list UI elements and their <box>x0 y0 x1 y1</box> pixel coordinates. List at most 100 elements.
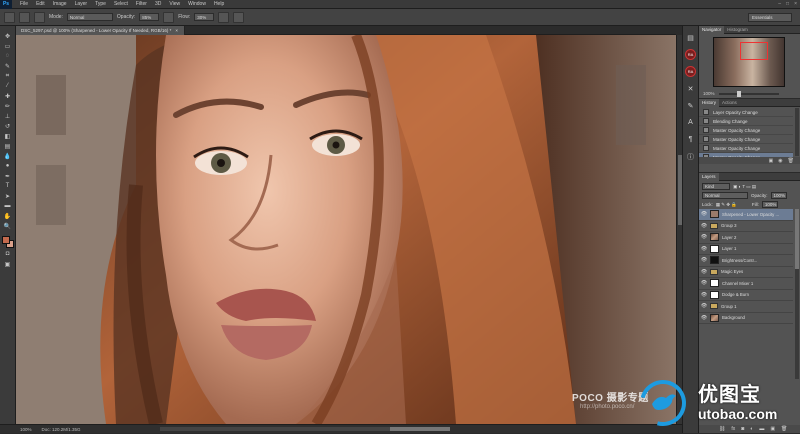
layer-row[interactable]: 👁 Magic Eyes <box>699 267 793 278</box>
layer-row[interactable]: 👁 Group 3 <box>699 221 793 232</box>
healing-tool-icon[interactable]: ✚ <box>3 92 13 100</box>
layers-scrollbar[interactable] <box>795 209 799 379</box>
airbrush-icon[interactable] <box>218 11 230 23</box>
navigator-zoom-slider[interactable] <box>718 90 779 97</box>
close-tab-icon[interactable]: × <box>175 28 178 33</box>
eraser-tool-icon[interactable]: ◧ <box>3 132 13 140</box>
move-tool-icon[interactable]: ✥ <box>3 32 13 40</box>
filter-icons[interactable]: ▣ ◐ T ▭ ▤ <box>733 184 756 190</box>
visibility-eye-icon[interactable]: 👁 <box>701 269 707 275</box>
navigator-zoom-knob[interactable] <box>736 90 741 97</box>
history-item[interactable]: Master Opacity Change <box>699 135 793 144</box>
history-brush-tool-icon[interactable]: ↺ <box>3 122 13 130</box>
layer-row-selected[interactable]: 👁 Sharpened - Lower Opacity ... <box>699 209 793 221</box>
visibility-eye-icon[interactable]: 👁 <box>701 315 707 321</box>
document-canvas[interactable] <box>16 35 676 424</box>
brush-tool-icon[interactable]: ✏ <box>3 102 13 110</box>
tool-preset-icon[interactable] <box>4 11 15 23</box>
navigator-view-box[interactable] <box>740 42 768 60</box>
tab-history[interactable]: History <box>699 98 720 107</box>
close-icon[interactable]: × <box>794 1 797 7</box>
menu-help[interactable]: Help <box>210 1 228 7</box>
new-document-from-state-icon[interactable]: ▣ <box>769 158 774 164</box>
visibility-eye-icon[interactable]: 👁 <box>701 257 707 263</box>
maximize-icon[interactable]: □ <box>786 1 789 7</box>
cross-tools-icon[interactable]: ✕ <box>685 83 696 94</box>
action-ra-icon-2[interactable]: RA <box>685 66 696 77</box>
color-swatches[interactable] <box>1 236 14 248</box>
mode-select[interactable]: Normal <box>66 13 113 21</box>
horizontal-scrollbar[interactable] <box>160 427 450 431</box>
doc-info[interactable]: Doc: 120.2M/1.35G <box>42 427 81 432</box>
history-scrollbar[interactable] <box>795 108 799 156</box>
quick-select-tool-icon[interactable]: ✎ <box>3 62 13 70</box>
pen-tool-icon[interactable]: ✒ <box>3 172 13 180</box>
history-item[interactable]: Master Opacity Change <box>699 126 793 135</box>
lasso-tool-icon[interactable]: ◌ <box>3 52 13 60</box>
type-tool-icon[interactable]: T <box>3 182 13 190</box>
layers-scroll-thumb[interactable] <box>795 209 799 269</box>
tab-navigator[interactable]: Navigator <box>699 25 725 34</box>
lock-icons[interactable]: ▦ ✎ ✥ 🔒 <box>716 202 737 208</box>
pressure-opacity-icon[interactable] <box>163 11 175 23</box>
menu-filter[interactable]: Filter <box>132 1 151 7</box>
blend-mode-select[interactable]: Normal <box>702 192 748 199</box>
visibility-eye-icon[interactable]: 👁 <box>701 234 707 240</box>
layer-row[interactable]: 👁 Channel Mixer 1 <box>699 278 793 290</box>
navigator-thumbnail[interactable] <box>713 37 785 87</box>
navigator-zoom-value[interactable]: 100% <box>703 91 715 96</box>
workspace-select[interactable]: Essentials <box>748 13 792 22</box>
menu-edit[interactable]: Edit <box>32 1 49 7</box>
layer-row[interactable]: 👁 Group 1 <box>699 301 793 313</box>
eyedropper-tool-icon[interactable]: ⁄ <box>3 82 13 90</box>
layer-filter-kind[interactable]: Kind <box>702 183 730 190</box>
zoom-tool-icon[interactable]: 🔍 <box>3 222 13 230</box>
document-tab[interactable]: DSC_5297.psd @ 100% (Sharpened - Lower O… <box>16 26 186 35</box>
character-panel-icon[interactable]: A <box>685 117 696 128</box>
visibility-eye-icon[interactable]: 👁 <box>701 246 707 252</box>
visibility-eye-icon[interactable]: 👁 <box>701 280 707 286</box>
menu-select[interactable]: Select <box>110 1 132 7</box>
history-panel-icon[interactable]: ▤ <box>685 32 696 43</box>
layer-row[interactable]: 👁 Layer 1 <box>699 244 793 255</box>
tab-layers[interactable]: Layers <box>699 172 719 181</box>
menu-3d[interactable]: 3D <box>151 1 165 7</box>
pressure-size-icon[interactable] <box>233 11 245 23</box>
layer-row[interactable]: 👁 Dodge & Burn <box>699 290 793 301</box>
zoom-level[interactable]: 100% <box>20 427 32 432</box>
visibility-eye-icon[interactable]: 👁 <box>701 292 707 298</box>
horizontal-scroll-thumb[interactable] <box>390 427 450 431</box>
opacity-input[interactable]: 85% <box>139 13 160 21</box>
path-select-tool-icon[interactable]: ➤ <box>3 192 13 200</box>
action-ra-icon-1[interactable]: RA <box>685 49 696 60</box>
brush-size-icon[interactable] <box>19 11 30 23</box>
menu-layer[interactable]: Layer <box>71 1 92 7</box>
gradient-tool-icon[interactable]: ▤ <box>3 142 13 150</box>
tab-histogram[interactable]: Histogram <box>724 26 751 34</box>
new-snapshot-icon[interactable]: ◉ <box>778 158 782 164</box>
menu-file[interactable]: File <box>16 1 32 7</box>
layer-row[interactable]: 👁 Brightness/Contr... <box>699 255 793 267</box>
brush-panel-icon[interactable] <box>34 11 45 23</box>
visibility-eye-icon[interactable]: 👁 <box>701 303 707 309</box>
visibility-eye-icon[interactable]: 👁 <box>701 211 707 217</box>
layer-opacity-input[interactable]: 100% <box>770 192 787 199</box>
dodge-tool-icon[interactable]: ● <box>3 162 13 170</box>
fill-input[interactable]: 100% <box>761 201 778 208</box>
crop-tool-icon[interactable]: ⌗ <box>3 72 13 80</box>
layer-row[interactable]: 👁 Layer 2 <box>699 232 793 244</box>
history-item[interactable]: Master Opacity Change <box>699 144 793 153</box>
delete-state-icon[interactable]: 🗑 <box>788 158 794 164</box>
marquee-tool-icon[interactable]: ▭ <box>3 42 13 50</box>
flow-input[interactable]: 30% <box>194 13 215 21</box>
tab-actions[interactable]: Actions <box>719 99 740 107</box>
brush-panel-strip-icon[interactable]: ✎ <box>685 100 696 111</box>
screen-mode-icon[interactable]: ▣ <box>3 260 13 268</box>
shape-tool-icon[interactable]: ▬ <box>3 202 13 210</box>
minimize-icon[interactable]: – <box>778 1 781 7</box>
menu-view[interactable]: View <box>165 1 184 7</box>
quick-mask-icon[interactable]: ◘ <box>3 250 13 258</box>
foreground-color-swatch[interactable] <box>1 236 10 244</box>
history-item[interactable]: Layer Opacity Change <box>699 108 793 117</box>
clone-stamp-tool-icon[interactable]: ⊥ <box>3 112 13 120</box>
